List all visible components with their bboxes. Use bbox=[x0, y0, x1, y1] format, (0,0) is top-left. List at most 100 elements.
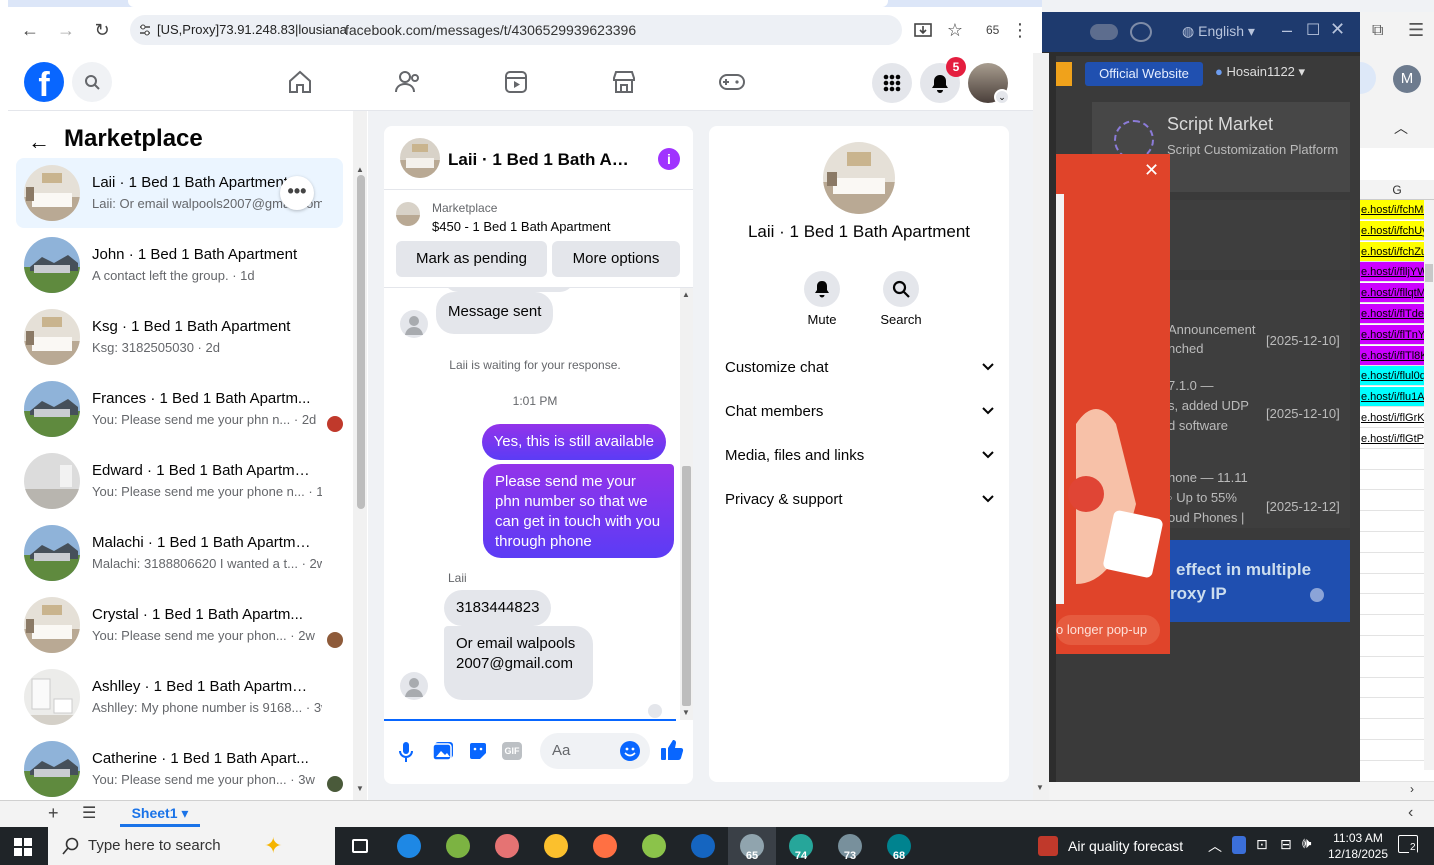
listing-price[interactable]: $450 - 1 Bed 1 Bath Apartment bbox=[432, 219, 611, 234]
facebook-logo-icon[interactable]: f bbox=[24, 62, 64, 102]
sheet-link-cell[interactable]: e.host/i/flGrKl bbox=[1360, 408, 1434, 428]
language-selector[interactable]: ◍ English ▾ bbox=[1182, 23, 1255, 40]
sheet-link-cell[interactable]: e.host/i/fllqtM bbox=[1360, 283, 1434, 304]
tray-chevron-icon[interactable]: ︿ bbox=[1208, 836, 1222, 856]
popup-dismiss-hint[interactable]: o longer pop-up bbox=[1056, 615, 1160, 645]
extension-badge[interactable]: 65 bbox=[986, 23, 999, 37]
close-button[interactable]: ✕ bbox=[1330, 19, 1345, 40]
message-bubble-incoming[interactable]: 3183444823 bbox=[444, 590, 552, 626]
sheet-link-cell[interactable]: e.host/i/flu1AY bbox=[1360, 387, 1434, 408]
customize-chat-section[interactable]: Customize chat bbox=[725, 346, 995, 390]
sheet-link-cell[interactable]: e.host/i/fchZu bbox=[1360, 241, 1434, 262]
chat-avatar[interactable] bbox=[400, 138, 440, 178]
proxy-app-icon[interactable] bbox=[679, 827, 727, 865]
add-sheet-icon[interactable]: + bbox=[48, 803, 59, 824]
profile-avatar-icon[interactable]: M bbox=[1393, 65, 1421, 93]
chrome-icon[interactable] bbox=[532, 827, 580, 865]
sheet-cell[interactable] bbox=[1360, 574, 1434, 595]
list-scroll-thumb[interactable] bbox=[357, 175, 365, 509]
sheet-cell[interactable] bbox=[1360, 741, 1434, 761]
sheet-scrollbar[interactable] bbox=[1424, 200, 1434, 770]
sheet-cell[interactable] bbox=[1360, 512, 1434, 532]
message-bubble-outgoing[interactable]: Yes, this is still available bbox=[481, 424, 666, 460]
sheet-link-cell[interactable]: e.host/i/flTnY bbox=[1360, 324, 1434, 345]
conversation-item[interactable]: Malachi · 1 Bed 1 Bath Apartment Malachi:… bbox=[16, 518, 343, 588]
sheet-cell[interactable] bbox=[1360, 533, 1434, 553]
sheet-cell[interactable] bbox=[1360, 554, 1434, 574]
support-icon[interactable] bbox=[1130, 22, 1152, 42]
profile-avatar[interactable]: ⌄ bbox=[968, 63, 1010, 105]
sheet-hscroll[interactable]: › bbox=[1042, 782, 1434, 800]
forward-icon[interactable]: → bbox=[52, 16, 80, 44]
sheet-cell[interactable] bbox=[1360, 762, 1434, 782]
sheet-link-cell[interactable]: e.host/i/flTdec bbox=[1360, 304, 1434, 324]
toggle-icon[interactable] bbox=[1090, 24, 1118, 40]
system-clock[interactable]: 11:03 AM 12/18/2025 bbox=[1324, 830, 1392, 862]
friends-icon[interactable] bbox=[391, 65, 425, 99]
notification-center-icon[interactable]: 2 bbox=[1398, 835, 1418, 853]
conversation-item[interactable]: Ksg · 1 Bed 1 Bath Apartment Ksg: 3182505… bbox=[16, 302, 343, 372]
browser-65-icon[interactable]: 65 bbox=[728, 827, 776, 865]
menu-grid-icon[interactable] bbox=[872, 63, 912, 103]
chevron-up-icon[interactable]: ︿ bbox=[1394, 118, 1408, 138]
maximize-button[interactable]: ☐ bbox=[1306, 20, 1320, 40]
collapse-arrow-icon[interactable]: ‹ bbox=[1408, 804, 1413, 822]
news-item[interactable]: 7.1.0 — s, added UDP d software bbox=[1168, 376, 1249, 436]
more-actions-icon[interactable]: ••• bbox=[280, 176, 314, 210]
tray-device-icon[interactable]: ⊡ bbox=[1256, 836, 1268, 853]
media-files-links-section[interactable]: Media, files and links bbox=[725, 434, 995, 478]
info-icon[interactable]: i bbox=[658, 148, 680, 170]
mark-as-pending-button[interactable]: Mark as pending bbox=[396, 241, 547, 277]
conversation-item[interactable]: Edward · 1 Bed 1 Bath Apartment You: Plea… bbox=[16, 446, 343, 516]
browser-menu-icon[interactable]: ⋮ bbox=[1006, 16, 1034, 44]
volume-icon[interactable]: 🕪 bbox=[1302, 835, 1311, 852]
privacy-support-section[interactable]: Privacy & support bbox=[725, 478, 995, 522]
sticker-icon[interactable] bbox=[468, 741, 488, 761]
sheet-link-cell[interactable]: e.host/i/flul0q bbox=[1360, 366, 1434, 387]
search-conversation-icon[interactable] bbox=[883, 271, 919, 307]
mute-bell-icon[interactable] bbox=[804, 271, 840, 307]
conversation-item[interactable]: Catherine · 1 Bed 1 Bath Apart... You: Pl… bbox=[16, 734, 343, 804]
microphone-icon[interactable] bbox=[398, 741, 414, 763]
browser-73-icon[interactable]: 73 bbox=[826, 827, 874, 865]
thumbs-up-icon[interactable] bbox=[660, 739, 684, 761]
conversation-item[interactable]: John · 1 Bed 1 Bath Apartment A contact l… bbox=[16, 230, 343, 300]
notifications-bell-icon[interactable]: 5 bbox=[920, 57, 966, 103]
sheet-link-cell[interactable]: e.host/i/flGtP6 bbox=[1360, 428, 1434, 449]
message-bubble-outgoing[interactable]: Please send me your phn number so that w… bbox=[483, 464, 674, 558]
sheet-cell[interactable] bbox=[1360, 595, 1434, 616]
sheet-link-cell[interactable]: e.host/i/flTl8K bbox=[1360, 345, 1434, 366]
notepad-icon[interactable] bbox=[434, 827, 482, 865]
tray-app-icon[interactable] bbox=[1232, 836, 1246, 854]
message-bubble-incoming[interactable]: Message sent bbox=[436, 292, 554, 334]
sheet-cell[interactable] bbox=[1360, 616, 1434, 636]
edge-icon[interactable] bbox=[385, 827, 433, 865]
site-info-icon[interactable] bbox=[138, 23, 152, 37]
sheet-cell[interactable] bbox=[1360, 678, 1434, 699]
sheet-cell[interactable] bbox=[1360, 637, 1434, 657]
message-input[interactable]: Aa bbox=[540, 733, 650, 769]
sheet-link-cell[interactable]: e.host/i/fchUy bbox=[1360, 220, 1434, 241]
sheet-link-cell[interactable]: e.host/i/flljYW bbox=[1360, 262, 1434, 283]
page-scrollbar[interactable]: ▼ bbox=[1033, 53, 1049, 800]
user-menu[interactable]: ● Hosain1122 ▾ bbox=[1215, 64, 1305, 80]
back-arrow-icon[interactable]: ← bbox=[28, 129, 50, 155]
url-text[interactable]: facebook.com/messages/t/4306529939623396 bbox=[345, 15, 636, 45]
conversation-item[interactable]: Laii · 1 Bed 1 Bath Apartment Laii: Or em… bbox=[16, 158, 343, 228]
message-bubble-incoming[interactable]: Or email walpools2007@gmail.com bbox=[444, 626, 593, 700]
scroll-right-icon[interactable]: › bbox=[1410, 782, 1414, 796]
scroll-up-icon[interactable]: ▲ bbox=[356, 165, 364, 174]
sheet-cell[interactable] bbox=[1360, 720, 1434, 740]
all-sheets-icon[interactable]: ☰ bbox=[82, 803, 96, 823]
search-label[interactable]: Search bbox=[876, 312, 926, 327]
copilot-sparkle-icon[interactable]: ✦ bbox=[264, 833, 282, 859]
marketplace-icon[interactable] bbox=[607, 65, 641, 99]
sheet-cell[interactable] bbox=[1360, 450, 1434, 470]
contact-avatar[interactable] bbox=[823, 142, 895, 214]
x-app-icon[interactable] bbox=[630, 827, 678, 865]
mute-label[interactable]: Mute bbox=[802, 312, 842, 327]
more-options-button[interactable]: More options bbox=[552, 241, 680, 277]
minimize-button[interactable]: – bbox=[1282, 20, 1292, 41]
photo-icon[interactable] bbox=[432, 741, 454, 761]
promo-banner[interactable]: effect in multiple roxy IP bbox=[1160, 540, 1350, 622]
